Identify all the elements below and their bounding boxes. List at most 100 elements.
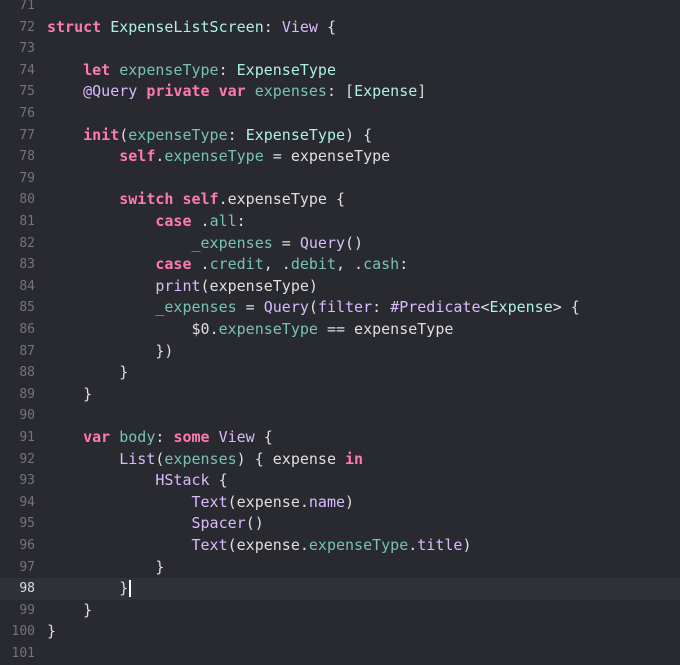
code-text: }) <box>47 341 173 363</box>
code-line[interactable]: 99 } <box>0 600 680 622</box>
code-text: case .all: <box>47 211 245 233</box>
code-text: case .credit, .debit, .cash: <box>47 254 408 276</box>
code-line[interactable]: 72 struct ExpenseListScreen: View { <box>0 17 680 39</box>
code-line[interactable]: 88 } <box>0 362 680 384</box>
line-number: 87 <box>19 343 35 359</box>
code-line[interactable]: 81 case .all: <box>0 211 680 233</box>
code-line[interactable]: 73 <box>0 38 680 60</box>
code-token: struct <box>47 17 102 36</box>
code-token: expenseType <box>218 320 318 338</box>
code-token: expenses <box>254 82 327 101</box>
code-text: _expenses = Query() <box>47 233 364 255</box>
code-line[interactable]: 86 $0.expenseType == expenseType <box>0 319 680 341</box>
code-token: (expense. <box>227 492 309 511</box>
code-token: ExpenseListScreen <box>110 17 264 36</box>
code-token: = <box>236 298 264 317</box>
code-token: filter <box>317 298 373 317</box>
code-token: _expenses <box>155 298 237 317</box>
code-token: ExpenseType <box>245 125 346 144</box>
code-text: let expenseType: ExpenseType <box>47 60 336 82</box>
code-token: List <box>119 449 156 468</box>
code-text: Text(expense.name) <box>47 492 355 514</box>
code-token: : <box>263 17 282 36</box>
code-token: } <box>47 622 57 641</box>
code-text: $0.expenseType == expenseType <box>47 319 454 341</box>
code-line[interactable]: 76 <box>0 103 680 125</box>
code-token: Query <box>299 233 346 252</box>
code-line[interactable]: 74 let expenseType: ExpenseType <box>0 60 680 82</box>
code-line[interactable]: 75 @Query private var expenses: [Expense… <box>0 81 680 103</box>
code-line[interactable]: 78 self.expenseType = expenseType <box>0 146 680 168</box>
code-line[interactable]: 92 List(expenses) { expense in <box>0 449 680 471</box>
code-line[interactable]: 71 <box>0 0 680 17</box>
code-token: self <box>182 190 219 209</box>
line-number: 74 <box>19 62 35 78</box>
code-token: ) { expense <box>236 449 346 468</box>
code-line[interactable]: 93 HStack { <box>0 470 680 492</box>
code-token: (expense. <box>227 536 309 554</box>
line-number: 97 <box>19 559 35 575</box>
code-token: . <box>209 320 219 338</box>
code-line[interactable]: 94 Text(expense.name) <box>0 492 680 514</box>
code-line[interactable]: 79 <box>0 168 680 190</box>
code-line[interactable]: 89 } <box>0 384 680 406</box>
code-token: ) { <box>345 125 373 144</box>
code-token: { <box>317 17 336 36</box>
code-token: _expenses <box>191 233 273 252</box>
code-token: expenseType <box>119 60 219 79</box>
code-text: } <box>47 384 92 406</box>
code-line[interactable]: 82 _expenses = Query() <box>0 233 680 255</box>
code-line[interactable]: 83 case .credit, .debit, .cash: <box>0 254 680 276</box>
code-token: } <box>47 557 165 576</box>
code-text: List(expenses) { expense in <box>47 449 363 471</box>
code-text: struct ExpenseListScreen: View { <box>47 17 336 39</box>
code-token: View <box>281 17 318 36</box>
code-token: { <box>209 471 228 490</box>
code-line[interactable]: 97 } <box>0 557 680 579</box>
code-line[interactable]: 101 <box>0 643 680 665</box>
code-token: . <box>191 255 210 274</box>
code-token: HStack <box>155 471 210 490</box>
code-line[interactable]: 90 <box>0 405 680 427</box>
code-line[interactable]: 95 Spacer() <box>0 513 680 535</box>
code-token: expenseType <box>164 147 264 166</box>
code-token: private <box>146 82 210 101</box>
code-token: #Predicate <box>390 298 481 317</box>
code-line[interactable]: 77 init(expenseType: ExpenseType) { <box>0 125 680 147</box>
code-line[interactable]: 100} <box>0 621 680 643</box>
code-line[interactable]: 80 switch self.expenseType { <box>0 189 680 211</box>
line-number: 71 <box>19 0 35 13</box>
code-token: some <box>173 428 210 446</box>
line-number: 84 <box>19 278 35 294</box>
code-line[interactable]: 98 } <box>0 578 680 600</box>
code-text: switch self.expenseType { <box>47 189 345 211</box>
line-number: 98 <box>19 581 35 597</box>
code-token: body <box>119 428 156 446</box>
code-token: var <box>83 428 111 446</box>
code-line[interactable]: 85 _expenses = Query(filter: #Predicate<… <box>0 297 680 319</box>
code-token: } <box>47 363 129 382</box>
code-line[interactable]: 96 Text(expense.expenseType.title) <box>0 535 680 557</box>
code-token: == expenseType <box>317 320 454 338</box>
code-line[interactable]: 84 print(expenseType) <box>0 276 680 298</box>
code-token: { <box>254 428 273 446</box>
code-token: expenses <box>164 449 237 468</box>
code-token: : <box>218 60 237 79</box>
line-number: 95 <box>19 516 35 532</box>
code-token: = expenseType <box>263 147 391 166</box>
text-cursor <box>129 580 131 598</box>
code-line[interactable]: 91 var body: some View { <box>0 427 680 449</box>
code-token: }) <box>47 341 174 360</box>
code-token: > { <box>552 298 580 317</box>
line-number: 101 <box>11 646 35 661</box>
code-line[interactable]: 87 }) <box>0 341 680 363</box>
code-editor[interactable]: 71 72 struct ExpenseListScreen: View {73 74… <box>0 0 680 661</box>
code-token: Spacer <box>191 514 246 533</box>
